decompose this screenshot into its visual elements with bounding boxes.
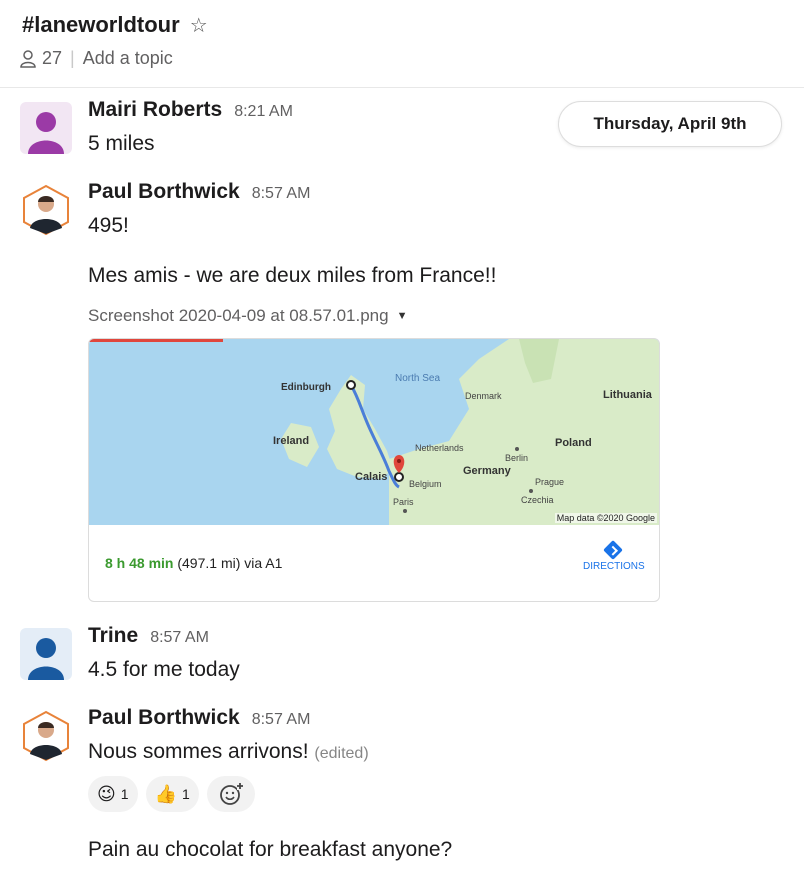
add-topic-link[interactable]: Add a topic (83, 48, 173, 69)
directions-icon (603, 540, 623, 560)
wink-emoji-icon: 😉 (97, 783, 116, 805)
author-name[interactable]: Trine (88, 624, 138, 648)
map-graphic (281, 339, 659, 525)
file-name[interactable]: Screenshot 2020-04-09 at 08.57.01.png (88, 306, 389, 326)
map-label: North Sea (395, 373, 441, 384)
divider: | (70, 48, 75, 68)
origin-marker (346, 380, 356, 390)
directions-button[interactable]: DIRECTIONS (583, 540, 645, 572)
reaction-thumbs-up[interactable]: 👍 1 (145, 776, 199, 812)
timestamp[interactable]: 8:57 AM (252, 711, 311, 729)
map-label: Poland (555, 437, 592, 449)
message-text: Pain au chocolat for breakfast anyone? (88, 838, 453, 861)
default-user-avatar-icon (28, 638, 64, 680)
map-label: Ireland (273, 435, 310, 447)
chevron-down-icon[interactable]: ▼ (397, 310, 408, 322)
message-text: 4.5 for me today (88, 658, 240, 681)
message: Trine 8:57 AM 4.5 for me today (0, 622, 804, 692)
avatar[interactable] (20, 710, 72, 762)
map-label: Paris (393, 497, 414, 507)
map-credit: Map data ©2020 Google (554, 513, 657, 523)
reaction-wink[interactable]: 😉 1 (88, 776, 138, 812)
channel-meta: 27 | Add a topic (20, 48, 173, 69)
avatar[interactable] (20, 102, 72, 154)
map-label: Berlin (505, 453, 529, 463)
message-text: Mes amis - we are deux miles from France… (88, 264, 497, 287)
reaction-count: 1 (181, 786, 190, 802)
author-name[interactable]: Paul Borthwick (88, 180, 240, 204)
member-count: 27 (42, 48, 63, 68)
channel-title[interactable]: #laneworldtour ☆ (22, 12, 208, 38)
file-attachment-header: Screenshot 2020-04-09 at 08.57.01.png ▼ (88, 306, 407, 326)
route-distance: (497.1 mi) via A1 (173, 555, 283, 571)
message-body: Nous sommes arrivons! (88, 740, 309, 763)
route-duration: 8 h 48 min (105, 555, 174, 571)
default-user-avatar-icon (28, 112, 64, 154)
message-text: Nous sommes arrivons! (edited) (88, 740, 369, 764)
map-label: Lithuania (603, 389, 652, 401)
timestamp[interactable]: 8:21 AM (234, 103, 293, 121)
timestamp[interactable]: 8:57 AM (252, 185, 311, 203)
map-label: Edinburgh (281, 382, 331, 393)
berlin-dot (515, 447, 519, 451)
timestamp[interactable]: 8:57 AM (150, 629, 209, 647)
user-photo-avatar (23, 710, 69, 762)
avatar[interactable] (20, 184, 72, 236)
members-button[interactable]: 27 (20, 48, 62, 69)
map-label: Netherlands (415, 443, 464, 453)
avatar[interactable] (20, 628, 72, 680)
message: Mairi Roberts 8:21 AM 5 miles (0, 96, 804, 166)
user-photo-avatar (23, 184, 69, 236)
add-emoji-icon (219, 782, 243, 805)
reaction-count: 1 (120, 786, 129, 802)
author-name[interactable]: Paul Borthwick (88, 706, 240, 730)
route-summary: 8 h 48 min (497.1 mi) via A1 (105, 555, 282, 571)
map-label: Germany (463, 465, 511, 477)
author-name[interactable]: Mairi Roberts (88, 98, 222, 122)
channel-header: #laneworldtour ☆ 27 | Add a topic (0, 0, 804, 88)
directions-label: DIRECTIONS (583, 561, 645, 572)
message-text: 5 miles (88, 132, 155, 155)
channel-name[interactable]: #laneworldtour (22, 12, 180, 38)
star-icon[interactable]: ☆ (190, 13, 208, 38)
map-label: Belgium (409, 479, 442, 489)
paris-dot (403, 509, 407, 513)
map-label: Czechia (521, 495, 554, 505)
reaction-bar: 😉 1 👍 1 (88, 776, 255, 812)
map-label: Prague (535, 477, 565, 487)
thumbs-up-emoji-icon: 👍 (154, 783, 177, 805)
map-image[interactable]: North Sea Edinburgh Denmark Lithuania Ir… (89, 339, 659, 525)
great-britain (327, 375, 393, 479)
image-attachment[interactable]: North Sea Edinburgh Denmark Lithuania Ir… (88, 338, 660, 602)
map-label: Denmark (465, 391, 502, 401)
person-icon (20, 49, 36, 68)
load-progress-bar (89, 339, 223, 342)
prague-dot (529, 489, 533, 493)
add-reaction-button[interactable] (206, 776, 255, 812)
map-label: Calais (355, 471, 388, 483)
message-text: 495! (88, 214, 129, 237)
destination-marker (394, 472, 404, 482)
edited-label: (edited) (314, 745, 369, 762)
